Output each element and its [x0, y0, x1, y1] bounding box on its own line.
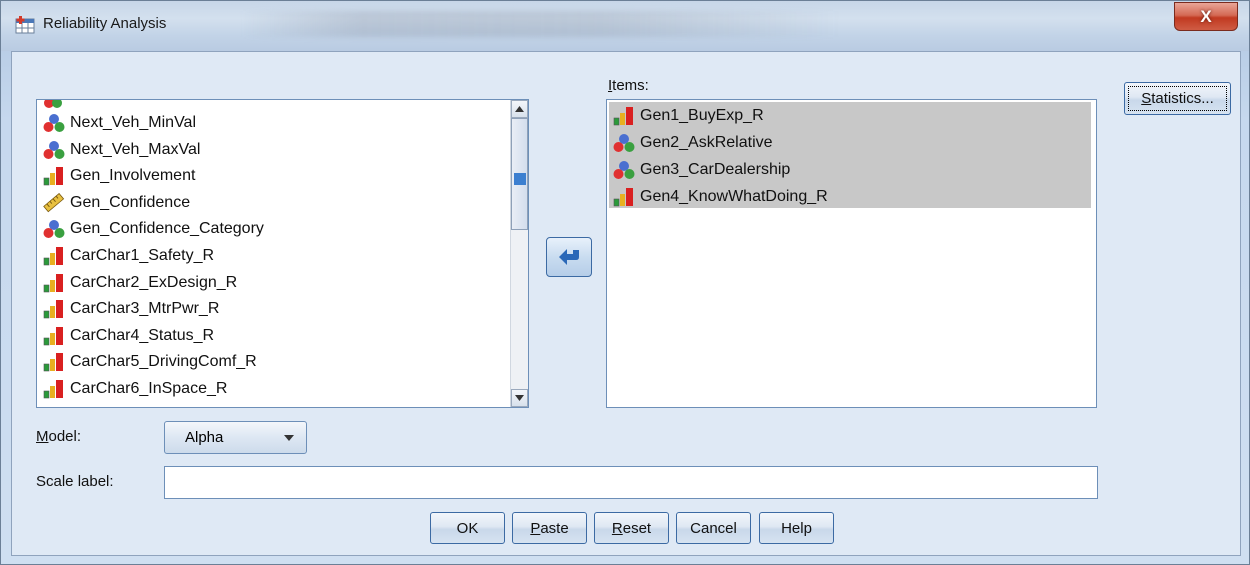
variable-list-item[interactable]: Gen_Involvement	[43, 163, 195, 189]
variable-list-scrollbar[interactable]	[510, 100, 528, 407]
items-label: Items:	[608, 77, 649, 94]
chevron-down-icon	[284, 435, 294, 441]
variable-list-item-label: CarChar4_Status_R	[70, 326, 215, 344]
variable-list-item[interactable]: Next_Veh_MinVal	[43, 110, 196, 136]
variable-list-item[interactable]: Gen_Confidence	[43, 190, 190, 216]
model-dropdown[interactable]: Alpha	[164, 421, 307, 454]
items-list-item[interactable]: Gen2_AskRelative	[613, 130, 773, 156]
scroll-grip	[514, 173, 526, 185]
variable-list-item[interactable]: CarChar3_MtrPwr_R	[43, 296, 219, 322]
model-label: Model:	[36, 428, 82, 445]
scale-icon	[43, 192, 65, 213]
variable-list-item-label: CarChar3_MtrPwr_R	[70, 300, 220, 318]
scale-label-input[interactable]	[164, 466, 1098, 499]
scroll-up-button[interactable]	[511, 100, 528, 118]
variable-list-item[interactable]: CarChar6_InSpace_R	[43, 376, 227, 402]
app-icon	[15, 16, 35, 34]
ordinal-icon	[613, 187, 635, 207]
variable-list-item[interactable]: CarChar5_DrivingComf_R	[43, 349, 257, 375]
help-button[interactable]: Help	[759, 512, 834, 544]
variable-list-item-label: CarChar2_ExDesign_R	[70, 273, 238, 291]
items-list[interactable]: Gen1_BuyExp_R Gen2_AskRelative Gen3_CarDea…	[606, 99, 1097, 408]
scale-label-label: Scale label:	[36, 473, 114, 490]
close-icon: X	[1200, 6, 1212, 26]
statistics-button[interactable]: Statistics...	[1124, 82, 1231, 115]
cancel-button-label: Cancel	[690, 519, 737, 537]
window-title: Reliability Analysis	[43, 15, 167, 32]
statistics-button-label: tatistics...	[1151, 90, 1214, 107]
variable-list-item-label: Next_Veh_MaxVal	[70, 140, 201, 158]
nominal-icon	[43, 219, 65, 239]
nominal-icon	[613, 160, 635, 180]
items-label-text: tems:	[612, 77, 649, 94]
variable-list-item[interactable]: CarChar1_Safety_R	[43, 243, 214, 269]
nominal-icon	[43, 140, 65, 160]
items-list-item-label: Gen4_KnowWhatDoing_R	[640, 188, 828, 205]
ordinal-icon	[613, 106, 635, 126]
reset-button[interactable]: Reset	[594, 512, 669, 544]
title-bar[interactable]: Reliability Analysis X	[1, 1, 1249, 51]
items-list-item[interactable]: Gen4_KnowWhatDoing_R	[613, 184, 828, 210]
model-label-text: odel:	[48, 428, 82, 445]
variable-list-item-label: Gen_Involvement	[70, 167, 196, 185]
variable-list-item[interactable]: CarChar2_ExDesign_R	[43, 270, 237, 296]
scroll-thumb[interactable]	[511, 118, 528, 230]
ordinal-icon	[43, 326, 65, 346]
ordinal-icon	[43, 273, 65, 293]
variable-list-item[interactable]: CarChar4_Status_R	[43, 323, 214, 349]
variable-list[interactable]: Next_Veh_MinVal Next_Veh_MaxVal Gen_Involv…	[36, 99, 529, 408]
dialog-body: Next_Veh_MinVal Next_Veh_MaxVal Gen_Involv…	[11, 51, 1241, 556]
variable-list-item-label: CarChar5_DrivingComf_R	[70, 353, 257, 371]
ordinal-icon	[43, 166, 65, 186]
paste-button[interactable]: Paste	[512, 512, 587, 544]
items-list-item[interactable]: Gen1_BuyExp_R	[613, 103, 764, 129]
variable-list-item[interactable]: Gen_Confidence_Category	[43, 216, 264, 242]
ok-button-label: OK	[456, 519, 479, 537]
items-list-item[interactable]: Gen3_CarDealership	[613, 157, 790, 183]
cancel-button[interactable]: Cancel	[676, 512, 751, 544]
help-button-label: Help	[781, 519, 812, 537]
items-list-item-label: Gen1_BuyExp_R	[640, 107, 764, 124]
variable-list-item-label: CarChar6_InSpace_R	[70, 380, 228, 397]
ordinal-icon	[43, 352, 65, 372]
variable-list-item-label: CarChar1_Safety_R	[70, 247, 215, 264]
variable-list-item-label: Gen_Confidence_Category	[70, 220, 264, 238]
nominal-icon	[43, 113, 65, 133]
variable-list-item-label: Gen_Confidence	[70, 193, 191, 211]
scroll-down-button[interactable]	[511, 389, 528, 407]
items-list-item-label: Gen3_CarDealership	[640, 161, 791, 178]
close-button[interactable]: X	[1174, 2, 1238, 31]
nominal-icon	[613, 133, 635, 153]
ordinal-icon	[43, 379, 65, 399]
move-variables-button[interactable]	[546, 237, 592, 277]
scroll-down-icon	[515, 395, 524, 401]
ordinal-icon	[43, 299, 65, 319]
reliability-analysis-dialog: Reliability Analysis X Next_Veh_MinVal Ne…	[0, 0, 1250, 565]
variable-list-item[interactable]: Next_Veh_MaxVal	[43, 137, 200, 163]
model-dropdown-value: Alpha	[185, 429, 224, 446]
ok-button[interactable]: OK	[430, 512, 505, 544]
ordinal-icon	[43, 246, 65, 266]
arrow-left-icon	[559, 249, 579, 265]
reset-button-label: eset	[622, 519, 652, 537]
items-list-item-label: Gen2_AskRelative	[640, 134, 773, 151]
paste-button-label: aste	[540, 519, 569, 537]
scroll-up-icon	[515, 106, 524, 112]
variable-list-item-label: Next_Veh_MinVal	[70, 114, 196, 131]
